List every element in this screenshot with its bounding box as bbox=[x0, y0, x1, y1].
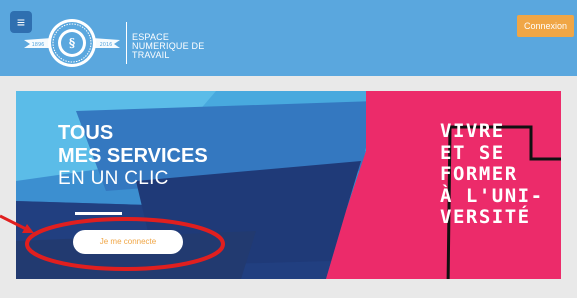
headline-line-1: TOUS bbox=[58, 122, 114, 144]
svg-text:§: § bbox=[69, 36, 75, 50]
headline-line-2: MES SERVICES bbox=[58, 145, 208, 167]
page: ≡ § 1896 2016 ESPACE NUMERIQUE DE TRAVAI… bbox=[0, 0, 577, 298]
brand-line-3: TRAVAIL bbox=[132, 50, 170, 60]
slogan-line-2: ET SE bbox=[440, 141, 505, 164]
svg-text:1896: 1896 bbox=[32, 42, 45, 48]
university-logo[interactable]: § 1896 2016 bbox=[22, 16, 122, 68]
slogan-line-5: VERSITÉ bbox=[440, 206, 531, 228]
headline: TOUS MES SERVICES EN UN CLIC bbox=[58, 122, 208, 190]
svg-text:2016: 2016 bbox=[100, 42, 113, 48]
header: ≡ § 1896 2016 ESPACE NUMERIQUE DE TRAVAI… bbox=[0, 0, 577, 76]
slogan-line-4: À L'UNI- bbox=[440, 184, 544, 207]
connect-button[interactable]: Je me connecte bbox=[73, 230, 183, 254]
slogan: VIVRE ET SE FORMER À L'UNI- VERSITÉ bbox=[440, 120, 544, 229]
headline-line-3: EN UN CLIC bbox=[58, 168, 169, 189]
slogan-line-1: VIVRE bbox=[440, 120, 505, 142]
headline-underline bbox=[75, 212, 122, 215]
slogan-line-3: FORMER bbox=[440, 163, 518, 185]
logo-divider bbox=[126, 22, 127, 64]
login-button[interactable]: Connexion bbox=[517, 15, 574, 37]
brand-title: ESPACE NUMERIQUE DE TRAVAIL bbox=[132, 33, 204, 60]
